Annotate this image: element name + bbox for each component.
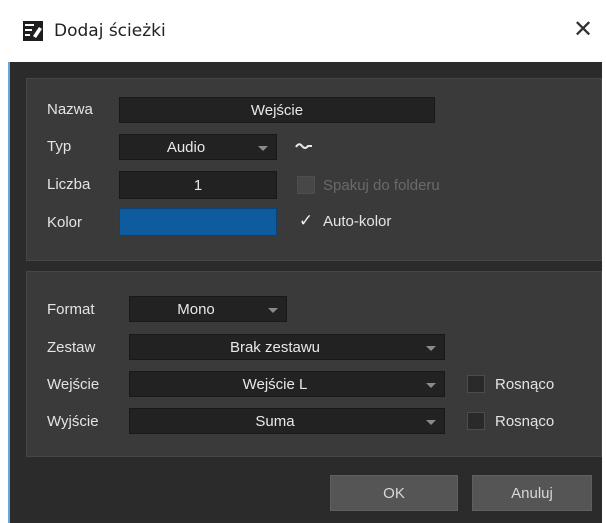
chevron-down-icon [426, 420, 436, 425]
output-label: Wyjście [47, 413, 99, 430]
output-value: Suma [255, 413, 295, 430]
ok-button[interactable]: OK [330, 475, 458, 511]
chevron-down-icon [426, 383, 436, 388]
input-label: Wejście [47, 376, 100, 393]
input-dropdown[interactable]: Wejście L [129, 371, 445, 397]
color-swatch[interactable] [119, 208, 277, 236]
window-border [8, 62, 10, 523]
count-label: Liczba [47, 176, 91, 193]
type-label: Typ [47, 138, 72, 155]
name-input[interactable]: Wejście [119, 97, 435, 123]
audio-wave-icon [295, 143, 312, 149]
format-dropdown[interactable]: Mono [129, 296, 287, 322]
add-track-icon [23, 21, 43, 41]
pack-to-folder-checkbox[interactable] [297, 176, 315, 194]
preset-label: Zestaw [47, 339, 96, 356]
format-value: Mono [177, 301, 215, 318]
preset-value: Brak zestawu [229, 339, 321, 356]
close-button[interactable]: ✕ [568, 14, 598, 44]
chevron-down-icon [426, 346, 436, 351]
chevron-down-icon [258, 146, 268, 151]
chevron-down-icon [268, 308, 278, 313]
format-label: Format [47, 301, 95, 318]
close-icon: ✕ [572, 15, 594, 43]
type-dropdown[interactable]: Audio [119, 134, 277, 160]
auto-color-label: Auto-kolor [323, 213, 392, 230]
cancel-button[interactable]: Anuluj [472, 475, 592, 511]
output-ascending-label: Rosnąco [495, 413, 555, 430]
input-ascending-checkbox[interactable] [467, 375, 485, 393]
dialog-title: Dodaj ścieżki [54, 21, 166, 41]
input-value: Wejście L [242, 376, 308, 393]
io-settings-panel: Format Mono Zestaw Brak zestawu Wejście … [26, 271, 602, 457]
name-label: Nazwa [47, 101, 93, 118]
track-settings-panel: Nazwa Wejście Typ Audio Liczba 1 Spakuj … [26, 78, 602, 261]
auto-color-checkbox[interactable]: ✓ [297, 212, 315, 230]
color-label: Kolor [47, 214, 83, 231]
title-bar: Dodaj ścieżki ✕ [0, 0, 606, 62]
input-ascending-label: Rosnąco [495, 376, 555, 393]
output-ascending-checkbox[interactable] [467, 412, 485, 430]
preset-dropdown[interactable]: Brak zestawu [129, 334, 445, 360]
count-input[interactable]: 1 [119, 171, 277, 199]
dialog-body: Nazwa Wejście Typ Audio Liczba 1 Spakuj … [8, 62, 602, 523]
pack-to-folder-label: Spakuj do folderu [323, 177, 440, 194]
output-dropdown[interactable]: Suma [129, 408, 445, 434]
type-value: Audio [166, 139, 206, 156]
